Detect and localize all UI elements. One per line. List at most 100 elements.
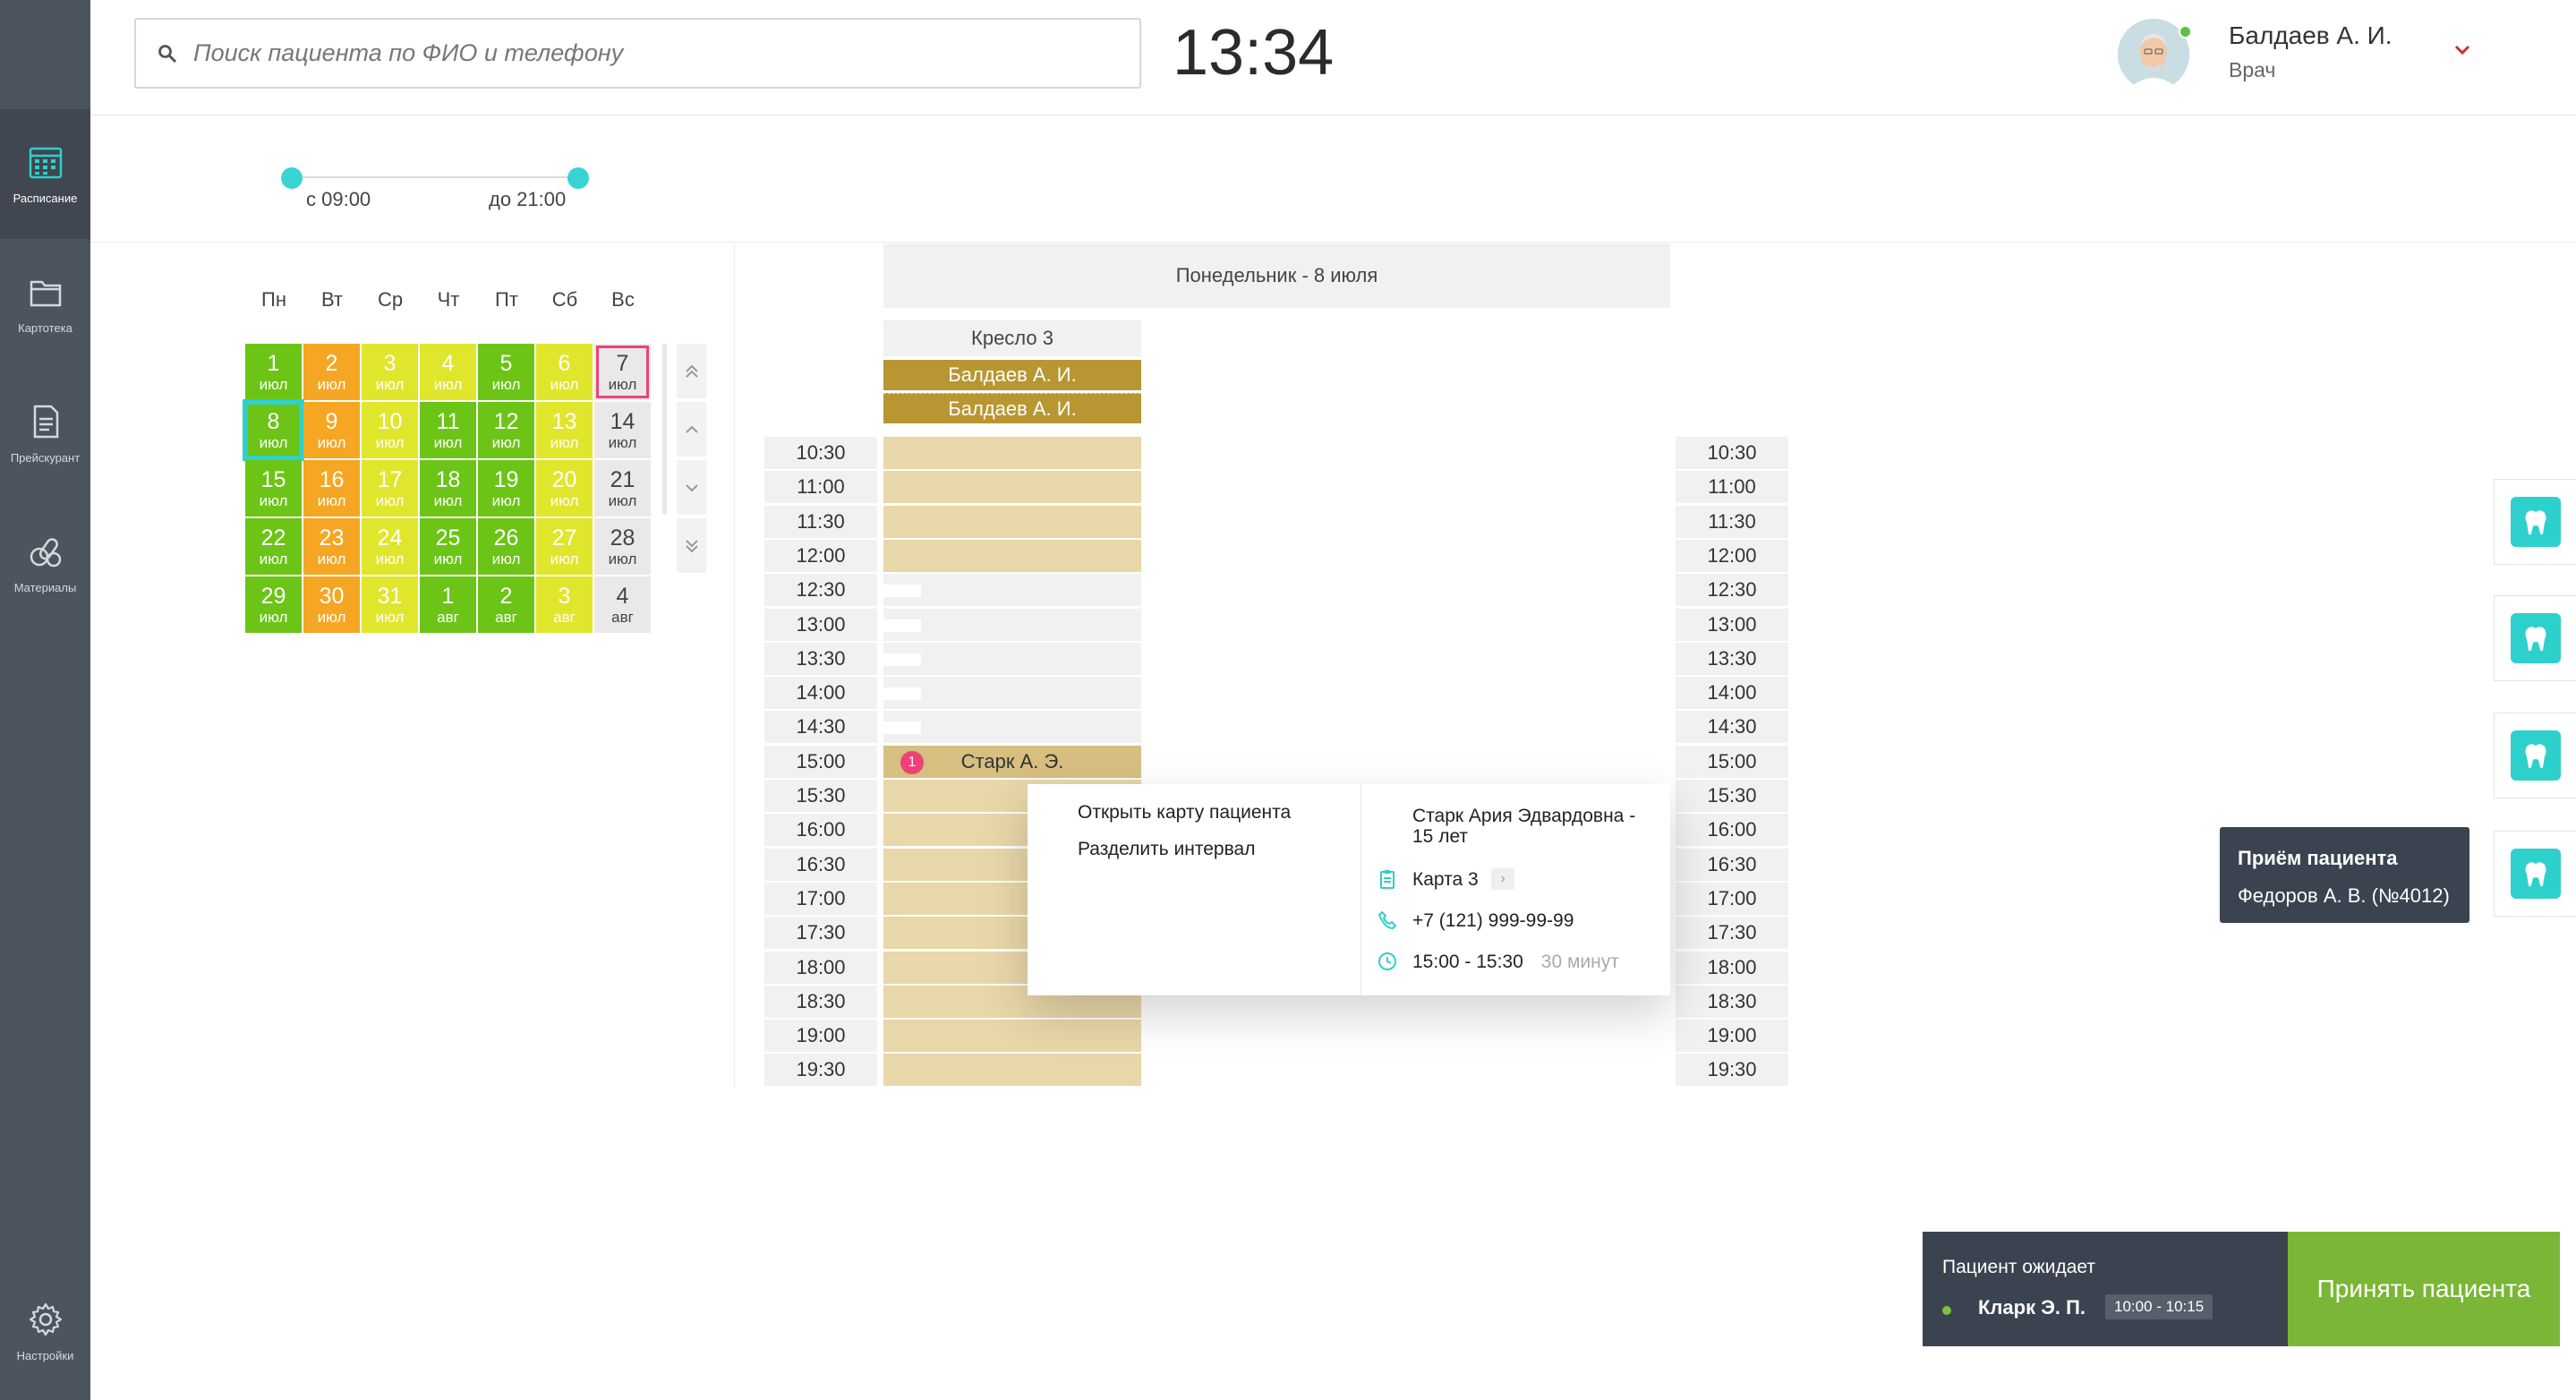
calendar-prev-button[interactable]: [677, 402, 706, 457]
time-label: 13:30: [1676, 643, 1788, 675]
calendar-day[interactable]: 1 июл: [245, 344, 302, 400]
calendar-last-button[interactable]: [677, 518, 706, 573]
time-label: 19:30: [1676, 1054, 1788, 1086]
calendar-day[interactable]: 15 июл: [245, 460, 302, 516]
calendar-day[interactable]: 10 июл: [362, 402, 418, 458]
time-slot[interactable]: [883, 471, 1141, 503]
day-number: 5: [499, 350, 513, 376]
sidebar-item-materials[interactable]: Материалы: [0, 499, 90, 628]
calendar-day[interactable]: 23 июл: [303, 518, 360, 575]
double-chevron-up-icon: [685, 364, 698, 378]
calendar-day[interactable]: 20 июл: [536, 460, 593, 516]
day-month: июл: [491, 375, 521, 393]
calendar-day[interactable]: 3 авг: [536, 576, 593, 633]
calendar-scrollbar[interactable]: [662, 344, 667, 514]
calendar-day[interactable]: 2 июл: [303, 344, 360, 400]
chair-tab-4[interactable]: [2494, 831, 2576, 917]
day-month: июл: [550, 433, 579, 451]
day-number: 24: [377, 525, 403, 551]
doctor-band[interactable]: Балдаев А. И.: [883, 360, 1141, 390]
calendar-day[interactable]: 14 июл: [594, 402, 651, 458]
sidebar-item-schedule[interactable]: Расписание: [0, 109, 90, 239]
day-number: 2: [499, 583, 513, 609]
patient-phone[interactable]: +7 (121) 999-99-99: [1412, 910, 1574, 932]
chevron-right-icon[interactable]: ›: [1491, 868, 1514, 890]
day-number: 20: [551, 466, 577, 492]
calendar-day[interactable]: 27 июл: [536, 518, 593, 575]
calendar-first-button[interactable]: [677, 344, 706, 398]
clipboard-icon: [1380, 870, 1395, 889]
calendar-icon: [29, 147, 62, 179]
time-slot[interactable]: [883, 1020, 1141, 1052]
time-label: 17:00: [764, 883, 877, 915]
calendar-day[interactable]: 2 авг: [478, 576, 534, 633]
sidebar-item-price-list[interactable]: Прейскурант: [0, 369, 90, 499]
appointment-tooltip: Приём пациента Федоров А. В. (№4012): [2220, 827, 2469, 923]
split-interval-menu-item[interactable]: Разделить интервал: [1078, 839, 1255, 860]
calendar-day[interactable]: 8 июл: [243, 399, 304, 461]
calendar-day[interactable]: 4 июл: [420, 344, 476, 400]
time-label: 15:30: [1676, 780, 1788, 812]
time-slot[interactable]: [883, 540, 1141, 572]
calendar-day[interactable]: 26 июл: [478, 518, 534, 575]
calendar-day[interactable]: 1 авг: [420, 576, 476, 633]
calendar-day[interactable]: 29 июл: [245, 576, 302, 633]
time-label: 18:30: [764, 986, 877, 1018]
time-slot[interactable]: [883, 677, 1141, 709]
time-slot[interactable]: [883, 609, 1141, 641]
calendar-day[interactable]: 21 июл: [594, 460, 651, 516]
calendar-day[interactable]: 17 июл: [362, 460, 418, 516]
doctor-band[interactable]: Балдаев А. И.: [883, 393, 1141, 423]
sidebar: Расписание Картотека Прейскурант Материа…: [0, 0, 90, 1400]
time-label: 11:30: [764, 506, 877, 538]
calendar-day[interactable]: 25 июл: [420, 518, 476, 575]
calendar-day[interactable]: 19 июл: [478, 460, 534, 516]
calendar-day[interactable]: 5 июл: [478, 344, 534, 400]
chair-tab-3[interactable]: [2494, 713, 2576, 798]
search-input[interactable]: [193, 39, 1088, 67]
open-patient-card-menu-item[interactable]: Открыть карту пациента: [1078, 802, 1291, 824]
calendar-day[interactable]: 6 июл: [536, 344, 593, 400]
accept-patient-button[interactable]: Принять пациента: [2288, 1232, 2560, 1346]
day-number: 4: [441, 350, 455, 376]
chair-tab-2[interactable]: [2494, 595, 2576, 681]
time-slot[interactable]: [883, 711, 1141, 743]
calendar-day[interactable]: 30 июл: [303, 576, 360, 633]
calendar-day[interactable]: 12 июл: [478, 402, 534, 458]
sidebar-item-card-index[interactable]: Картотека: [0, 239, 90, 369]
appointment-duration: 30 минут: [1540, 952, 1619, 972]
sidebar-item-settings[interactable]: Настройки: [0, 1267, 90, 1396]
day-month: июл: [317, 491, 346, 509]
calendar-day[interactable]: 16 июл: [303, 460, 360, 516]
day-month: июл: [550, 375, 579, 393]
day-number: 9: [325, 408, 338, 434]
calendar-day[interactable]: 7 июл: [594, 344, 651, 400]
chevron-down-icon[interactable]: [2452, 43, 2472, 57]
calendar-day[interactable]: 18 июл: [420, 460, 476, 516]
phone-icon: [1378, 910, 1397, 930]
time-slot[interactable]: [883, 643, 1141, 675]
time-slot[interactable]: [883, 574, 1141, 606]
search-box[interactable]: [134, 18, 1141, 89]
divider: [734, 242, 735, 1088]
time-slot[interactable]: [883, 437, 1141, 469]
time-slot[interactable]: [883, 506, 1141, 538]
calendar-day[interactable]: 11 июл: [420, 402, 476, 458]
chair-tab-1[interactable]: [2494, 479, 2576, 565]
day-number: 15: [260, 466, 286, 492]
range-start-handle[interactable]: [281, 167, 303, 189]
calendar-day[interactable]: 9 июл: [303, 402, 360, 458]
chevron-up-icon: [685, 425, 698, 433]
range-end-handle[interactable]: [567, 167, 589, 189]
time-label: 15:00: [764, 746, 877, 778]
calendar-day[interactable]: 24 июл: [362, 518, 418, 575]
calendar-day[interactable]: 3 июл: [362, 344, 418, 400]
time-label: 11:30: [1676, 506, 1788, 538]
calendar-day[interactable]: 13 июл: [536, 402, 593, 458]
calendar-next-button[interactable]: [677, 460, 706, 515]
calendar-day[interactable]: 4 авг: [594, 576, 651, 633]
calendar-day[interactable]: 28 июл: [594, 518, 651, 575]
calendar-day[interactable]: 22 июл: [245, 518, 302, 575]
calendar-day[interactable]: 31 июл: [362, 576, 418, 633]
time-slot[interactable]: [883, 1054, 1141, 1086]
